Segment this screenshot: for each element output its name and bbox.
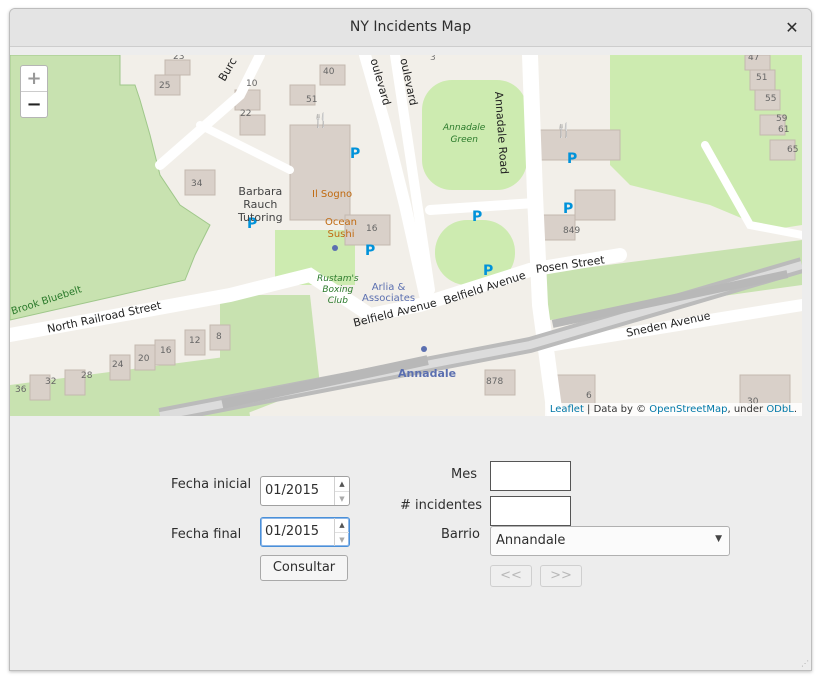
house-number: 51	[306, 95, 318, 105]
house-number: 65	[787, 145, 799, 155]
osm-link[interactable]: OpenStreetMap	[649, 404, 727, 415]
fecha-inicial-label: Fecha inicial	[171, 477, 252, 492]
window-title: NY Incidents Map	[349, 19, 472, 35]
spin-down-icon[interactable]: ▼	[335, 532, 349, 547]
house-number: 34	[191, 179, 203, 189]
map-label-station: Annadale	[398, 367, 457, 380]
svg-text:P: P	[472, 209, 482, 225]
poi-line: Barbara	[238, 185, 283, 198]
incidentes-field[interactable]	[490, 496, 571, 526]
house-number: 51	[756, 73, 768, 83]
spin-up-icon[interactable]: ▲	[335, 518, 349, 532]
house-number: 12	[189, 336, 201, 346]
poi-line: Boxing	[322, 285, 354, 295]
house-number: 25	[159, 81, 171, 91]
fecha-inicial-spinner[interactable]: 01/2015 ▲ ▼	[260, 476, 350, 506]
house-number: 878	[486, 377, 504, 387]
title-bar: NY Incidents Map ✕	[10, 9, 811, 47]
svg-text:P: P	[567, 151, 577, 167]
consultar-button[interactable]: Consultar	[260, 555, 348, 581]
next-button[interactable]: >>	[540, 565, 582, 587]
house-number: 36	[15, 385, 27, 395]
house-number: 849	[563, 226, 581, 236]
spinner-buttons: ▲ ▼	[334, 518, 349, 546]
mes-label: Mes	[451, 467, 477, 482]
app-window: NY Incidents Map ✕ P P P P P P P 🍴 🍴 Nor…	[9, 8, 812, 671]
zoom-control: + −	[20, 65, 48, 118]
svg-text:P: P	[563, 201, 573, 217]
poi-line: Annadale	[443, 123, 486, 133]
close-icon[interactable]: ✕	[781, 17, 803, 39]
house-number: 16	[366, 224, 378, 234]
fecha-final-spinner[interactable]: 01/2015 ▲ ▼	[260, 517, 350, 547]
chevron-down-icon: ▼	[715, 534, 722, 544]
map-view[interactable]: PPP PPPP 🍴 🍴 North Railroad Street Belfie…	[10, 55, 802, 416]
odbl-link[interactable]: ODbL	[766, 404, 794, 415]
house-number: 22	[240, 109, 252, 119]
house-number: 28	[81, 371, 93, 381]
incidentes-label: # incidentes	[400, 498, 482, 513]
poi-line: Green	[450, 135, 478, 145]
poi-line: Ocean	[325, 217, 357, 228]
poi-line: Club	[327, 296, 348, 306]
poi-line: Sushi	[327, 229, 355, 240]
mes-field[interactable]	[490, 461, 571, 491]
map-label-poi: Arlia & Associates	[362, 282, 415, 304]
prev-button[interactable]: <<	[490, 565, 532, 587]
zoom-out-button[interactable]: −	[21, 91, 47, 117]
map-label-poi: Barbara Rauch Tutoring	[238, 185, 283, 224]
house-number: 23	[173, 55, 185, 62]
poi-line: Tutoring	[238, 211, 283, 224]
leaflet-link[interactable]: Leaflet	[550, 404, 584, 415]
house-number: 6	[586, 391, 592, 401]
attribution-text: , under	[727, 404, 767, 415]
map-label-poi: Ocean Sushi	[325, 217, 357, 241]
poi-line: Rauch	[243, 198, 278, 211]
poi-line: Associates	[362, 293, 416, 304]
spinner-buttons: ▲ ▼	[334, 477, 349, 505]
map-label-poi: Il Sogno	[312, 189, 353, 200]
house-number: 20	[138, 354, 150, 364]
svg-text:P: P	[365, 243, 375, 259]
svg-text:P: P	[483, 263, 493, 279]
svg-text:🍴: 🍴	[312, 112, 329, 129]
spin-up-icon[interactable]: ▲	[335, 477, 349, 491]
house-number: 32	[45, 377, 57, 387]
house-number: 55	[765, 94, 777, 104]
poi-line: Arlia &	[371, 282, 406, 293]
fecha-final-value: 01/2015	[265, 524, 320, 539]
fecha-final-label: Fecha final	[171, 527, 242, 542]
barrio-value: Annandale	[496, 533, 566, 548]
house-number: 24	[112, 360, 124, 370]
house-number: 59	[776, 114, 788, 124]
house-number: 40	[323, 67, 335, 77]
house-number: 16	[160, 346, 172, 356]
attribution-text: .	[793, 404, 797, 415]
barrio-select[interactable]: Annandale ▼	[490, 526, 730, 556]
fecha-inicial-value: 01/2015	[265, 483, 320, 498]
poi-line: Rustam's	[317, 274, 359, 284]
map-attribution: Leaflet | Data by © OpenStreetMap, under…	[544, 403, 802, 416]
map-label-number: 3	[430, 55, 436, 63]
spin-down-icon[interactable]: ▼	[335, 491, 349, 506]
map-label-poi: Rustam's Boxing Club	[317, 274, 359, 307]
house-number: 47	[748, 55, 760, 63]
resize-grip-icon[interactable]: ⋰	[801, 659, 809, 668]
house-number: 10	[246, 79, 258, 89]
svg-text:P: P	[350, 146, 360, 162]
house-number: 61	[778, 125, 790, 135]
map-tiles[interactable]: PPP PPPP 🍴🍴	[10, 55, 802, 416]
zoom-in-button[interactable]: +	[21, 66, 47, 91]
attribution-text: | Data by ©	[583, 404, 650, 415]
svg-text:🍴: 🍴	[555, 122, 572, 139]
house-number: 8	[216, 332, 222, 342]
map-label-poi: Annadale Green	[443, 122, 485, 146]
barrio-label: Barrio	[441, 527, 480, 542]
